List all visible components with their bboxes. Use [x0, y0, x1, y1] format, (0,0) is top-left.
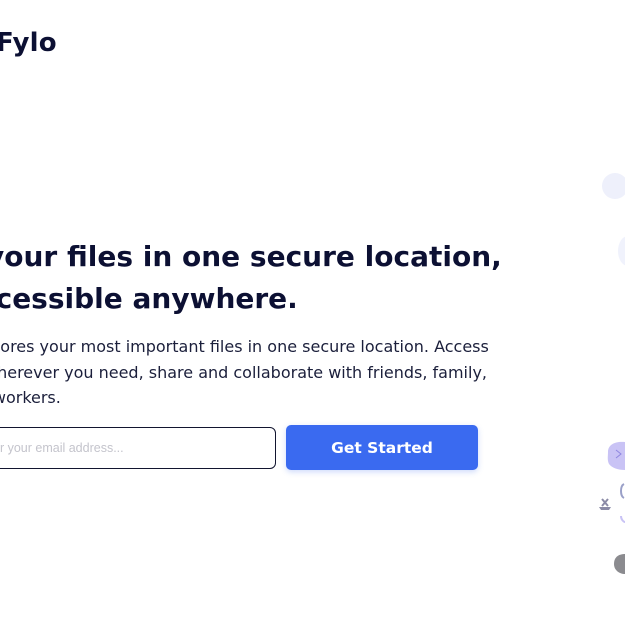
- decorative-bubble: [618, 236, 625, 266]
- hero-headline-line-1: your files in one secure location,: [0, 240, 502, 273]
- hero-description-line-2: wherever you need, share and collaborate…: [0, 362, 487, 382]
- hero-headline: your files in one secure location, ccess…: [0, 236, 506, 320]
- hero-description: tores your most important files in one s…: [0, 334, 514, 411]
- illustration-icon: [599, 441, 625, 574]
- email-input[interactable]: [0, 427, 276, 469]
- hero-description-line-3: o-workers.: [0, 388, 61, 407]
- hero-description-line-1: tores your most important files in one s…: [0, 337, 489, 356]
- decorative-bubble: [602, 173, 625, 199]
- hero-headline-line-2: ccessible anywhere.: [0, 282, 298, 315]
- brand-logo[interactable]: Fylo: [0, 28, 57, 58]
- get-started-button[interactable]: Get Started: [286, 425, 478, 470]
- landing-page: Fylo your files in one secure location, …: [0, 0, 625, 624]
